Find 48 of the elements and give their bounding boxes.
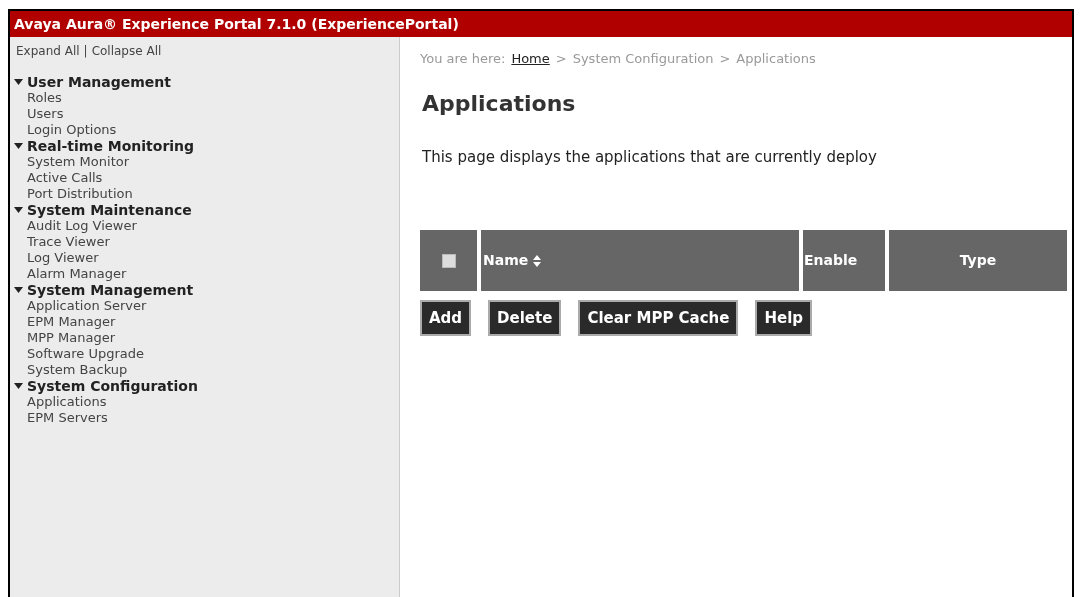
nav-link[interactable]: Software Upgrade <box>14 346 399 362</box>
nav-link[interactable]: Active Calls <box>14 170 399 186</box>
expanded-caret-icon <box>14 382 23 390</box>
breadcrumb-prefix: You are here: <box>420 50 506 68</box>
nav-link[interactable]: Alarm Manager <box>14 266 399 282</box>
expanded-caret-icon <box>14 206 23 214</box>
nav-link[interactable]: System Backup <box>14 362 399 378</box>
expanded-caret-icon <box>14 142 23 150</box>
nav-group-header[interactable]: System Configuration <box>14 378 399 394</box>
separator-text: | <box>83 43 88 60</box>
breadcrumb-link[interactable]: Home <box>511 49 550 69</box>
breadcrumb-separator: > <box>555 50 567 68</box>
breadcrumb-item: System Configuration <box>572 50 714 68</box>
table-header-cell[interactable]: Name <box>481 230 799 291</box>
nav-link[interactable]: Roles <box>14 90 399 106</box>
select-all-checkbox[interactable] <box>441 253 456 268</box>
nav-link[interactable]: EPM Manager <box>14 314 399 330</box>
breadcrumb-separator: > <box>719 50 731 68</box>
nav-link[interactable]: Users <box>14 106 399 122</box>
nav-link[interactable]: Port Distribution <box>14 186 399 202</box>
page-title: Applications <box>422 89 577 118</box>
nav-link[interactable]: Audit Log Viewer <box>14 218 399 234</box>
window-title: Avaya Aura® Experience Portal 7.1.0 (ExperiencePortal) <box>10 11 1072 37</box>
nav-link[interactable]: Log Viewer <box>14 250 399 266</box>
expand-all-link[interactable]: Expand All <box>16 42 80 60</box>
nav-group-header[interactable]: System Maintenance <box>14 202 399 218</box>
action-button[interactable]: Clear MPP Cache <box>578 300 739 336</box>
expanded-caret-icon <box>14 78 23 86</box>
nav-link[interactable]: EPM Servers <box>14 410 399 426</box>
action-button[interactable]: Delete <box>488 300 562 336</box>
table-header-cell[interactable]: Enable <box>803 230 885 291</box>
nav-link[interactable]: Trace Viewer <box>14 234 399 250</box>
nav-link[interactable]: Applications <box>14 394 399 410</box>
nav-link[interactable]: MPP Manager <box>14 330 399 346</box>
nav-group-header[interactable]: System Management <box>14 282 399 298</box>
action-button[interactable]: Help <box>755 300 813 336</box>
action-button[interactable]: Add <box>420 300 472 336</box>
sort-icon[interactable] <box>533 254 542 267</box>
breadcrumb-item: Applications <box>736 50 816 68</box>
collapse-all-link[interactable]: Collapse All <box>91 42 162 60</box>
nav-link[interactable]: Application Server <box>14 298 399 314</box>
page-description: This page displays the applications that are currently deploy <box>422 146 878 168</box>
nav-group-header[interactable]: Real-time Monitoring <box>14 138 399 154</box>
nav-link[interactable]: System Monitor <box>14 154 399 170</box>
table-header-cell[interactable]: Type <box>889 230 1067 291</box>
expanded-caret-icon <box>14 286 23 294</box>
nav-link[interactable]: Login Options <box>14 122 399 138</box>
nav-group-header[interactable]: User Management <box>14 74 399 90</box>
